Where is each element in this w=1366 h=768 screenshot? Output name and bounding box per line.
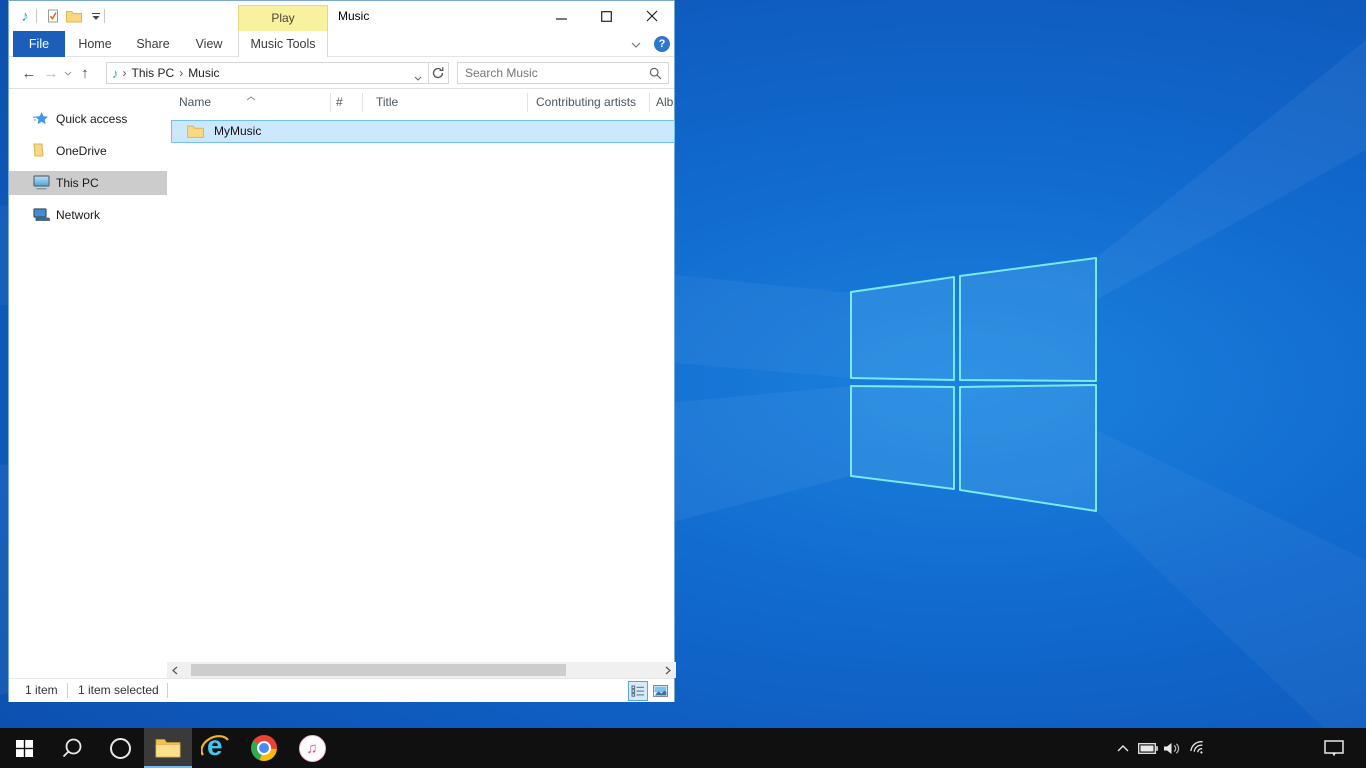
folder-icon bbox=[187, 124, 204, 139]
column-header-album[interactable]: Alb bbox=[656, 89, 673, 116]
breadcrumb-separator: › bbox=[177, 66, 185, 80]
sidebar-item-network[interactable]: Network bbox=[9, 203, 167, 227]
taskbar-internet-explorer-icon[interactable]: e bbox=[192, 728, 240, 768]
properties-check-icon[interactable] bbox=[45, 8, 61, 24]
tab-home[interactable]: Home bbox=[69, 31, 121, 57]
file-row-mymusic[interactable]: MyMusic bbox=[171, 120, 675, 143]
item-count: 1 item bbox=[25, 679, 58, 702]
column-header-title[interactable]: Title bbox=[376, 89, 398, 116]
column-divider[interactable] bbox=[527, 93, 528, 112]
new-folder-icon[interactable] bbox=[66, 8, 82, 24]
tab-music-tools[interactable]: Music Tools bbox=[238, 31, 328, 57]
help-button[interactable]: ? bbox=[654, 36, 670, 52]
hidden-icons-chevron-icon[interactable] bbox=[1112, 728, 1134, 768]
quick-access-star-icon bbox=[33, 111, 49, 127]
column-divider[interactable] bbox=[330, 93, 331, 112]
address-bar-row: ← → ↑ ♪ › This PC › Music bbox=[9, 57, 674, 89]
location-music-icon: ♪ bbox=[107, 66, 121, 81]
search-input[interactable] bbox=[458, 63, 668, 83]
scroll-right-icon[interactable] bbox=[660, 662, 676, 678]
taskbar-itunes-icon[interactable]: ♫ bbox=[288, 728, 336, 768]
column-header-number[interactable]: # bbox=[336, 89, 343, 116]
taskbar: e ♫ bbox=[0, 728, 1366, 768]
up-button[interactable]: ↑ bbox=[75, 57, 95, 89]
status-divider bbox=[67, 683, 68, 698]
forward-button[interactable]: → bbox=[41, 57, 61, 89]
sidebar-item-onedrive[interactable]: OneDrive bbox=[9, 139, 167, 163]
this-pc-monitor-icon bbox=[33, 175, 49, 191]
column-header-contributing-artists[interactable]: Contributing artists bbox=[536, 89, 636, 116]
breadcrumb-separator: › bbox=[121, 66, 129, 80]
breadcrumb-this-pc[interactable]: This PC bbox=[129, 63, 178, 83]
music-note-icon: ♪ bbox=[17, 8, 33, 24]
minimize-button[interactable] bbox=[539, 1, 584, 31]
tab-view[interactable]: View bbox=[185, 31, 233, 57]
scroll-left-icon[interactable] bbox=[167, 662, 183, 678]
maximize-button[interactable] bbox=[584, 1, 629, 31]
contextual-group-play[interactable]: Play bbox=[238, 5, 328, 31]
qat-separator bbox=[104, 9, 105, 23]
file-explorer-window: ♪ Play Music File Home Share View Music … bbox=[8, 0, 675, 702]
sort-ascending-icon bbox=[246, 90, 256, 104]
sidebar-item-label: This PC bbox=[56, 171, 99, 195]
search-icon[interactable] bbox=[649, 67, 662, 83]
file-name: MyMusic bbox=[214, 121, 261, 142]
tab-share[interactable]: Share bbox=[127, 31, 179, 57]
onedrive-folder-icon bbox=[33, 143, 49, 159]
start-button[interactable] bbox=[0, 728, 48, 768]
collapse-ribbon-chevron-icon[interactable] bbox=[631, 37, 647, 51]
taskbar-chrome-icon[interactable] bbox=[240, 728, 288, 768]
action-center-icon[interactable] bbox=[1320, 728, 1348, 768]
breadcrumb-music[interactable]: Music bbox=[185, 63, 222, 83]
status-bar: 1 item 1 item selected bbox=[9, 678, 674, 702]
sidebar-item-quick-access[interactable]: Quick access bbox=[9, 107, 167, 131]
taskbar-file-explorer-icon[interactable] bbox=[144, 728, 192, 768]
sidebar-item-label: Network bbox=[56, 203, 100, 227]
thumbnails-view-button[interactable] bbox=[650, 681, 670, 701]
address-dropdown-chevron-icon[interactable] bbox=[414, 70, 422, 84]
close-button[interactable] bbox=[629, 1, 674, 31]
address-divider bbox=[428, 63, 429, 83]
sidebar-item-label: OneDrive bbox=[56, 139, 107, 163]
title-bar: ♪ Play Music bbox=[9, 1, 674, 31]
column-divider[interactable] bbox=[362, 93, 363, 112]
scrollbar-thumb[interactable] bbox=[191, 664, 566, 676]
sidebar-item-this-pc[interactable]: This PC bbox=[9, 171, 167, 195]
qat-separator bbox=[36, 9, 37, 23]
window-title: Music bbox=[338, 1, 369, 31]
customize-quick-access-icon[interactable] bbox=[88, 8, 104, 24]
back-button[interactable]: ← bbox=[19, 57, 39, 89]
tab-file[interactable]: File bbox=[13, 31, 65, 57]
column-header-name[interactable]: Name bbox=[179, 89, 211, 116]
status-divider bbox=[167, 683, 168, 698]
wifi-icon[interactable] bbox=[1186, 728, 1210, 768]
horizontal-scrollbar[interactable] bbox=[167, 662, 676, 678]
network-pc-icon bbox=[33, 207, 49, 223]
volume-icon[interactable] bbox=[1160, 728, 1184, 768]
navigation-pane: Quick access OneDrive This PC bbox=[9, 89, 167, 661]
address-field[interactable]: ♪ › This PC › Music bbox=[106, 62, 449, 84]
cortana-icon[interactable] bbox=[96, 728, 144, 768]
battery-icon[interactable] bbox=[1136, 728, 1160, 768]
recent-locations-chevron-icon[interactable] bbox=[61, 57, 75, 89]
taskbar-search-icon[interactable] bbox=[48, 728, 96, 768]
search-box bbox=[457, 62, 669, 84]
ribbon-tab-row: File Home Share View Music Tools ? bbox=[9, 31, 674, 57]
selected-count: 1 item selected bbox=[78, 679, 159, 702]
column-divider[interactable] bbox=[649, 93, 650, 112]
sidebar-item-label: Quick access bbox=[56, 107, 127, 131]
details-view-button[interactable] bbox=[628, 681, 648, 701]
refresh-icon[interactable] bbox=[431, 66, 446, 81]
